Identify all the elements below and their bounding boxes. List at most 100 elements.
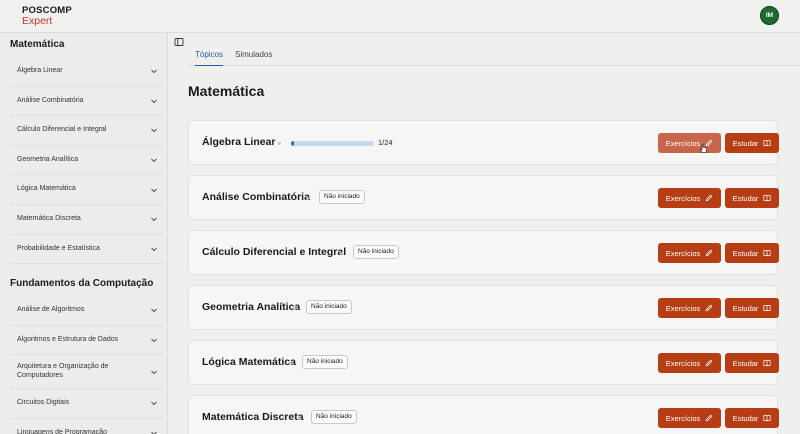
- status-badge: Não iniciado: [319, 190, 365, 204]
- sidebar-section-title: Matemática: [10, 39, 65, 50]
- sidebar-item-label: Álgebra Linear: [17, 67, 63, 75]
- exercises-button[interactable]: Exercícios: [658, 298, 721, 318]
- sidebar-item[interactable]: Lógica Matemática: [10, 175, 162, 205]
- topic-card: Matemática Discreta Não iniciado Exercício…: [188, 395, 779, 434]
- exercises-button[interactable]: Exercícios: [658, 408, 721, 428]
- sidebar-item-label: Circuitos Digitais: [17, 399, 70, 407]
- chevron-down-icon: [150, 97, 158, 105]
- chevron-down-icon: [150, 368, 158, 376]
- study-button[interactable]: Estudar: [725, 298, 779, 318]
- sidebar-item[interactable]: Análise Combinatória: [10, 87, 162, 117]
- sidebar-item[interactable]: Cálculo Diferencial e Integral: [10, 116, 162, 146]
- sidebar-item-label: Linguagens de Programação: [17, 428, 107, 434]
- separator-dot: [289, 362, 292, 365]
- sidebar-item[interactable]: Análise de Algoritmos: [10, 296, 162, 326]
- pencil-icon: [705, 359, 713, 367]
- sidebar-item[interactable]: Linguagens de Programação: [10, 419, 162, 434]
- tab-bar: Tópicos Simulados: [188, 45, 800, 66]
- chevron-down-icon: [150, 186, 158, 194]
- logo-text-secondary: Expert: [22, 15, 53, 27]
- hand-cursor-icon: [699, 144, 708, 153]
- chevron-down-icon: [150, 156, 158, 164]
- study-button[interactable]: Estudar: [725, 243, 779, 263]
- tab-topicos[interactable]: Tópicos: [195, 50, 224, 66]
- topic-card: Geometria Analítica Não iniciado Exercício…: [188, 285, 779, 330]
- sidebar-item-label: Lógica Matemática: [17, 185, 76, 193]
- chevron-down-icon: [150, 429, 158, 434]
- tab-simulados[interactable]: Simulados: [235, 50, 272, 66]
- separator-dot: [340, 252, 343, 255]
- exercises-label: Exercícios: [665, 303, 701, 313]
- sidebar-item[interactable]: Álgebra Linear: [10, 57, 162, 87]
- book-icon: [763, 139, 771, 147]
- sidebar-item-label: Probabilidade e Estatística: [17, 244, 100, 252]
- study-button[interactable]: Estudar: [725, 408, 779, 428]
- app-header: POSCOMP Expert IM: [0, 0, 800, 33]
- avatar[interactable]: IM: [760, 6, 779, 25]
- page-title: Matemática: [188, 83, 265, 99]
- study-button[interactable]: Estudar: [725, 133, 779, 153]
- sidebar-item-label: Cálculo Diferencial e Integral: [17, 126, 107, 134]
- study-label: Estudar: [732, 358, 759, 368]
- separator-dot: [298, 417, 301, 420]
- sidebar-item[interactable]: Probabilidade e Estatística: [10, 235, 162, 265]
- progress-bar: [291, 141, 374, 146]
- progress-fill: [291, 141, 295, 146]
- status-badge: Não iniciado: [306, 300, 352, 314]
- pencil-icon: [705, 414, 713, 422]
- exercises-label: Exercícios: [665, 138, 701, 148]
- sidebar-item[interactable]: Circuitos Digitais: [10, 389, 162, 419]
- pencil-icon: [705, 194, 713, 202]
- study-label: Estudar: [732, 193, 759, 203]
- exercises-button[interactable]: Exercícios: [658, 243, 721, 263]
- sidebar-item[interactable]: Matemática Discreta: [10, 205, 162, 235]
- chevron-down-icon: [150, 336, 158, 344]
- sidebar-item-label: Algoritmos e Estrutura de Dados: [17, 335, 119, 343]
- chevron-down-icon: [150, 215, 158, 223]
- study-label: Estudar: [732, 413, 759, 423]
- topic-card: Álgebra Linear 1/24 Exercícios Estudar: [188, 120, 779, 165]
- separator-dot: [278, 142, 281, 145]
- topic-title: Análise Combinatória: [202, 191, 310, 203]
- exercises-button[interactable]: Exercícios: [658, 133, 721, 153]
- topic-title: Lógica Matemática: [202, 356, 296, 368]
- exercises-label: Exercícios: [665, 358, 701, 368]
- study-button[interactable]: Estudar: [725, 353, 779, 373]
- exercises-button[interactable]: Exercícios: [658, 353, 721, 373]
- status-badge: Não iniciado: [353, 245, 399, 259]
- sidebar-section-title: Fundamentos da Computação: [10, 278, 154, 289]
- book-icon: [763, 304, 771, 312]
- sidebar-item[interactable]: Geometria Analítica: [10, 146, 162, 176]
- topic-title: Cálculo Diferencial e Integral: [202, 246, 347, 258]
- sidebar-item[interactable]: Algoritmos e Estrutura de Dados: [10, 326, 162, 356]
- sidebar: Matemática Álgebra Linear Análise Combinat…: [0, 33, 168, 434]
- logo[interactable]: POSCOMP Expert: [22, 6, 72, 27]
- topic-title: Matemática Discreta: [202, 411, 304, 423]
- sidebar-item[interactable]: Arquitetura e Organização de Computadore…: [10, 355, 162, 390]
- topic-card: Análise Combinatória Não iniciado Exercíci…: [188, 175, 779, 220]
- separator-dot: [306, 197, 309, 200]
- exercises-label: Exercícios: [665, 413, 701, 423]
- sidebar-item-label: Matemática Discreta: [17, 215, 81, 223]
- study-button[interactable]: Estudar: [725, 188, 779, 208]
- sidebar-item-label: Arquitetura e Organização de Computadore…: [17, 363, 109, 379]
- exercises-label: Exercícios: [665, 248, 701, 258]
- sidebar-item-label: Análise Combinatória: [17, 96, 84, 104]
- chevron-down-icon: [150, 126, 158, 134]
- separator-dot: [293, 307, 296, 310]
- pencil-icon: [705, 249, 713, 257]
- exercises-button[interactable]: Exercícios: [658, 188, 721, 208]
- pencil-icon: [705, 304, 713, 312]
- book-icon: [763, 194, 771, 202]
- chevron-down-icon: [150, 245, 158, 253]
- topic-title: Geometria Analítica: [202, 301, 301, 313]
- chevron-down-icon: [150, 306, 158, 314]
- sidebar-item-label: Análise de Algoritmos: [17, 306, 85, 314]
- topic-card: Lógica Matemática Não iniciado Exercícios E…: [188, 340, 779, 385]
- sidebar-toggle-icon[interactable]: [174, 37, 184, 47]
- topic-title: Álgebra Linear: [202, 136, 276, 148]
- study-label: Estudar: [732, 138, 759, 148]
- sidebar-item-label: Geometria Analítica: [17, 155, 79, 163]
- book-icon: [763, 414, 771, 422]
- status-badge: Não iniciado: [302, 355, 348, 369]
